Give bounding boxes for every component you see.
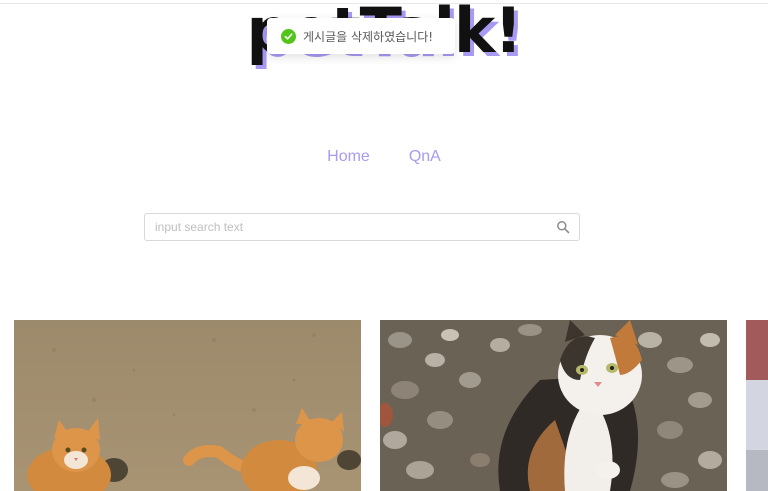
search-bar bbox=[144, 213, 580, 241]
calico-cat-photo bbox=[380, 320, 727, 491]
delete-success-toast: 게시글을 삭제하였습니다! bbox=[267, 18, 455, 54]
nav-item-qna[interactable]: QnA bbox=[409, 148, 441, 166]
post-card-image[interactable] bbox=[14, 320, 361, 491]
main-nav: Home QnA bbox=[0, 148, 768, 166]
post-card-image[interactable] bbox=[380, 320, 727, 491]
toast-message: 게시글을 삭제하였습니다! bbox=[303, 29, 434, 44]
nav-item-home[interactable]: Home bbox=[327, 148, 370, 166]
partial-photo bbox=[746, 320, 768, 491]
cats-photo bbox=[14, 320, 361, 491]
search-input[interactable] bbox=[145, 214, 555, 240]
search-icon[interactable] bbox=[556, 220, 570, 234]
post-card-image[interactable] bbox=[746, 320, 768, 491]
check-circle-icon bbox=[281, 28, 296, 44]
